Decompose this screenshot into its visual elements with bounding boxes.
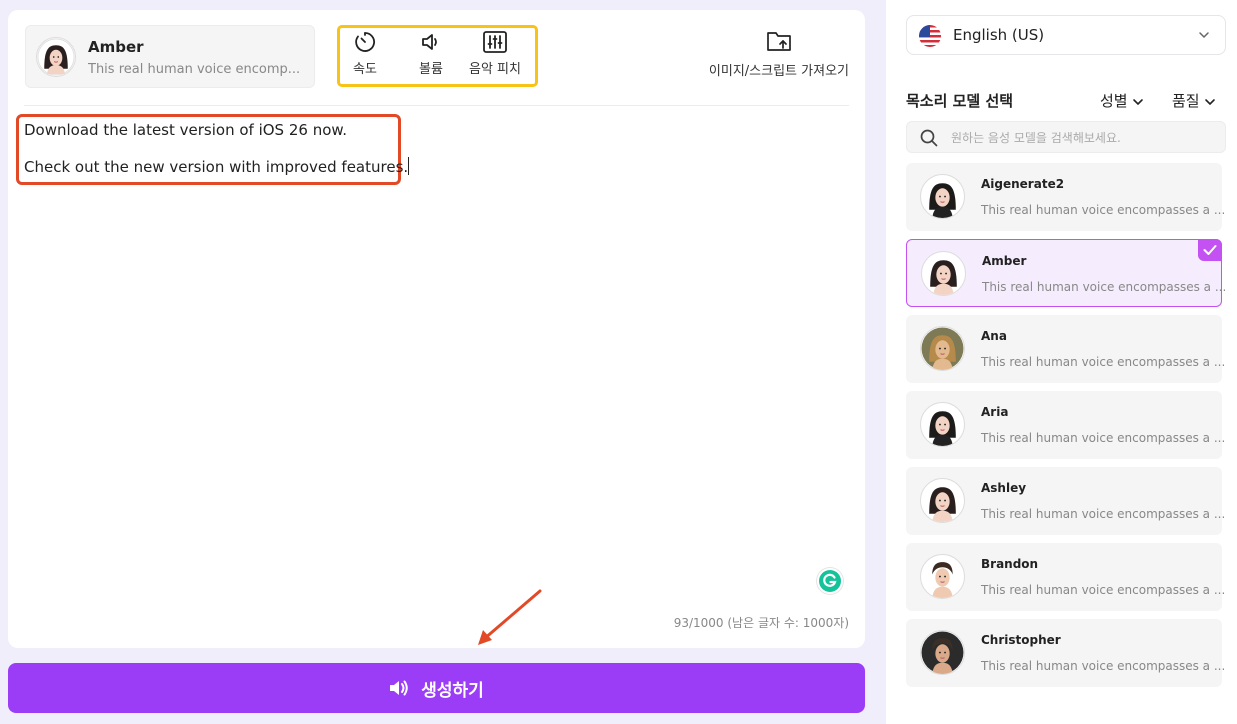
volume-icon bbox=[422, 34, 437, 50]
selected-voice-chip[interactable]: Amber This real human voice encomp... bbox=[25, 25, 315, 88]
voice-list-item[interactable]: Christopher This real human voice encompa… bbox=[906, 619, 1226, 687]
voice-search-box bbox=[906, 121, 1226, 153]
voice-name: Ana bbox=[981, 329, 1007, 343]
voice-avatar bbox=[920, 630, 965, 675]
import-label: 이미지/스크립트 가져오기 bbox=[708, 64, 849, 79]
voice-avatar bbox=[920, 174, 965, 219]
pitch-control[interactable]: 음악 피치 bbox=[469, 30, 521, 77]
speaker-icon bbox=[390, 680, 408, 696]
voice-avatar bbox=[921, 251, 966, 296]
editor-card: Amber This real human voice encomp... 속도… bbox=[8, 10, 865, 648]
chevron-down-icon bbox=[1132, 98, 1143, 105]
voice-description: This real human voice encompasses a ... bbox=[981, 507, 1226, 521]
voice-list: Aigenerate2 This real human voice encompa… bbox=[906, 163, 1226, 695]
volume-label: 볼륨 bbox=[419, 62, 443, 77]
voice-search-input[interactable] bbox=[951, 128, 1211, 148]
voice-avatar bbox=[36, 37, 76, 77]
us-flag-icon bbox=[919, 25, 941, 47]
voice-avatar bbox=[920, 478, 965, 523]
voice-list-item[interactable]: Ashley This real human voice encompasses … bbox=[906, 467, 1226, 535]
chevron-down-icon bbox=[1204, 98, 1215, 105]
voice-name: Amber bbox=[88, 38, 144, 56]
voice-model-panel: English (US) 목소리 모델 선택 성별 품질 Aigenerate2… bbox=[886, 0, 1237, 724]
voice-name: Ashley bbox=[981, 481, 1027, 495]
quality-filter[interactable]: 품질 bbox=[1172, 90, 1216, 111]
voice-description: This real human voice encompasses a ... bbox=[981, 583, 1226, 597]
language-select[interactable]: English (US) bbox=[906, 15, 1226, 55]
pitch-icon bbox=[483, 31, 507, 53]
chevron-down-icon bbox=[1199, 32, 1209, 39]
voice-description: This real human voice encompasses a ... bbox=[981, 355, 1226, 369]
section-title: 목소리 모델 선택 bbox=[906, 92, 1014, 110]
voice-list-item[interactable]: Aigenerate2 This real human voice encompa… bbox=[906, 163, 1226, 231]
speed-control[interactable]: 속도 bbox=[353, 30, 377, 77]
pitch-label: 음악 피치 bbox=[469, 62, 521, 77]
voice-description: This real human voice encompasses a ... bbox=[981, 659, 1226, 673]
voice-avatar bbox=[920, 402, 965, 447]
voice-name: Aigenerate2 bbox=[981, 177, 1065, 191]
script-text-area[interactable]: Download the latest version of iOS 26 no… bbox=[16, 114, 410, 185]
generate-label: 생성하기 bbox=[421, 680, 484, 701]
voice-list-item[interactable]: Amber This real human voice encompasses a… bbox=[906, 239, 1226, 307]
voice-description: This real human voice encompasses a ... bbox=[981, 431, 1226, 445]
import-image-script-button[interactable]: 이미지/스크립트 가져오기 bbox=[709, 28, 849, 79]
voice-name: Aria bbox=[981, 405, 1009, 419]
speed-label: 속도 bbox=[353, 62, 377, 77]
voice-name: Brandon bbox=[981, 557, 1039, 571]
voice-avatar bbox=[920, 554, 965, 599]
voice-list-item[interactable]: Ana This real human voice encompasses a .… bbox=[906, 315, 1226, 383]
text-caret bbox=[408, 157, 410, 175]
language-label: English (US) bbox=[953, 26, 1045, 44]
voice-list-item[interactable]: Aria This real human voice encompasses a … bbox=[906, 391, 1226, 459]
gender-filter-label: 성별 bbox=[1100, 92, 1128, 110]
generate-button[interactable]: 생성하기 bbox=[8, 663, 865, 713]
speed-icon bbox=[355, 32, 376, 52]
divider bbox=[24, 105, 849, 106]
gender-filter[interactable]: 성별 bbox=[1100, 90, 1144, 111]
volume-control[interactable]: 볼륨 bbox=[419, 30, 443, 77]
grammarly-icon[interactable] bbox=[817, 568, 843, 594]
audio-controls-group: 속도 볼륨 음악 피치 bbox=[337, 25, 538, 87]
voice-name: Christopher bbox=[981, 633, 1061, 647]
selected-check-icon bbox=[1198, 239, 1222, 261]
quality-filter-label: 품질 bbox=[1172, 92, 1200, 110]
annotation-arrow bbox=[478, 589, 542, 645]
script-line: Check out the new version with improved … bbox=[24, 158, 409, 176]
script-line: Download the latest version of iOS 26 no… bbox=[24, 121, 348, 139]
voice-description: This real human voice encomp... bbox=[88, 62, 301, 77]
voice-list-item[interactable]: Brandon This real human voice encompasses… bbox=[906, 543, 1226, 611]
voice-name: Amber bbox=[982, 254, 1027, 268]
voice-avatar bbox=[920, 326, 965, 371]
voice-description: This real human voice encompasses a ... bbox=[981, 203, 1226, 217]
voice-description: This real human voice encompasses a ... bbox=[982, 280, 1227, 294]
search-icon bbox=[920, 129, 938, 147]
character-counter: 93/1000 (남은 글자 수: 1000자) bbox=[673, 616, 849, 630]
folder-upload-icon bbox=[767, 32, 791, 51]
